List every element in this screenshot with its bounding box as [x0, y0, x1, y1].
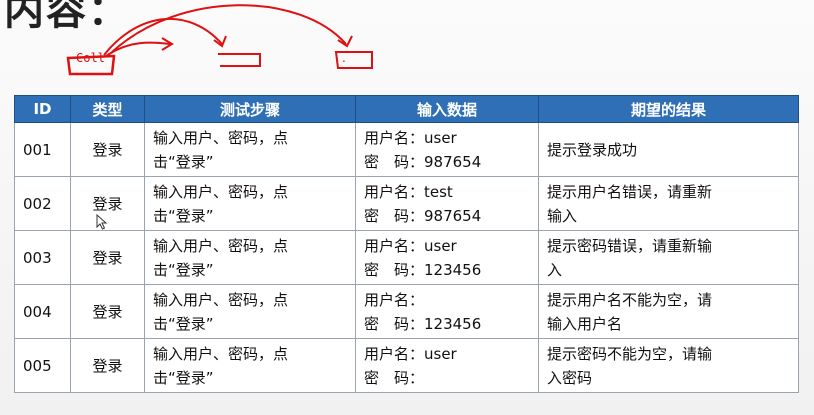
cell-expected: 提示密码错误，请重新输 入 [538, 230, 799, 285]
table-row: 005 登录 输入用户、密码，点 击“登录” 用户名：user 密 码： 提示密… [14, 338, 799, 393]
table-row: 004 登录 输入用户、密码，点 击“登录” 用户名： 密 码：123456 提… [14, 284, 799, 339]
expected-line: 提示密码不能为空，请输 [547, 344, 713, 363]
input-password: 密 码：987654 [364, 206, 482, 225]
annotation-dots: . [342, 51, 346, 65]
steps-line: 击“登录” [153, 152, 214, 171]
test-case-table: ID 类型 测试步骤 输入数据 期望的结果 001 登录 输入用户、密码，点 击… [14, 95, 799, 393]
cell-expected: 提示密码不能为空，请输 入密码 [538, 338, 799, 393]
header-expected: 期望的结果 [538, 95, 799, 123]
cell-id: 002 [14, 176, 71, 231]
input-password: 密 码：123456 [364, 260, 482, 279]
steps-line: 输入用户、密码，点 [153, 236, 289, 255]
cell-id: 004 [14, 284, 71, 339]
steps-line: 击“登录” [153, 260, 214, 279]
expected-line: 提示用户名不能为空，请 [547, 290, 713, 309]
cell-input: 用户名：user 密 码： [355, 338, 539, 393]
cell-steps: 输入用户、密码，点 击“登录” [144, 122, 356, 177]
expected-line: 提示密码错误，请重新输 [547, 236, 713, 255]
cell-id: 005 [14, 338, 71, 393]
header-input: 输入数据 [355, 95, 539, 123]
cell-type: 登录 [70, 122, 145, 177]
input-password: 密 码：123456 [364, 314, 482, 333]
cell-type: 登录 [70, 230, 145, 285]
input-username: 用户名：user [364, 344, 457, 363]
cell-expected: 提示登录成功 [538, 122, 799, 177]
table-header-row: ID 类型 测试步骤 输入数据 期望的结果 [14, 95, 799, 123]
table-row: 003 登录 输入用户、密码，点 击“登录” 用户名：user 密 码：1234… [14, 230, 799, 285]
input-username: 用户名：user [364, 236, 457, 255]
cell-expected: 提示用户名不能为空，请 输入用户名 [538, 284, 799, 339]
cell-type: 登录 [70, 284, 145, 339]
cell-expected: 提示用户名错误，请重新 输入 [538, 176, 799, 231]
input-password: 密 码： [364, 368, 425, 387]
cell-input: 用户名： 密 码：123456 [355, 284, 539, 339]
expected-line: 入 [547, 260, 563, 279]
cell-input: 用户名：user 密 码：123456 [355, 230, 539, 285]
cell-steps: 输入用户、密码，点 击“登录” [144, 338, 356, 393]
cell-id: 003 [14, 230, 71, 285]
expected-line: 入密码 [547, 368, 593, 387]
input-username: 用户名： [364, 290, 425, 309]
steps-line: 输入用户、密码，点 [153, 290, 289, 309]
input-password: 密 码：987654 [364, 152, 482, 171]
steps-line: 输入用户、密码，点 [153, 128, 289, 147]
header-id: ID [14, 95, 71, 123]
input-username: 用户名：user [364, 128, 457, 147]
steps-line: 输入用户、密码，点 [153, 182, 289, 201]
cell-type: 登录 [70, 338, 145, 393]
annotation-label: Coll [76, 51, 105, 65]
steps-line: 输入用户、密码，点 [153, 344, 289, 363]
expected-line: 输入 [547, 206, 578, 225]
steps-line: 击“登录” [153, 206, 214, 225]
cell-steps: 输入用户、密码，点 击“登录” [144, 230, 356, 285]
cell-id: 001 [14, 122, 71, 177]
expected-line: 输入用户名 [547, 314, 623, 333]
input-username: 用户名：test [364, 182, 453, 201]
steps-line: 击“登录” [153, 314, 214, 333]
mouse-pointer-icon [96, 214, 108, 230]
cell-input: 用户名：user 密 码：987654 [355, 122, 539, 177]
cell-steps: 输入用户、密码，点 击“登录” [144, 176, 356, 231]
cell-input: 用户名：test 密 码：987654 [355, 176, 539, 231]
expected-line: 提示登录成功 [547, 140, 638, 159]
expected-line: 提示用户名错误，请重新 [547, 182, 713, 201]
cell-steps: 输入用户、密码，点 击“登录” [144, 284, 356, 339]
slide-title: 内容： [4, 0, 130, 34]
header-steps: 测试步骤 [144, 95, 356, 123]
header-type: 类型 [70, 95, 145, 123]
steps-line: 击“登录” [153, 368, 214, 387]
table-row: 001 登录 输入用户、密码，点 击“登录” 用户名：user 密 码：9876… [14, 122, 799, 177]
table-row: 002 登录 输入用户、密码，点 击“登录” 用户名：test 密 码：9876… [14, 176, 799, 231]
